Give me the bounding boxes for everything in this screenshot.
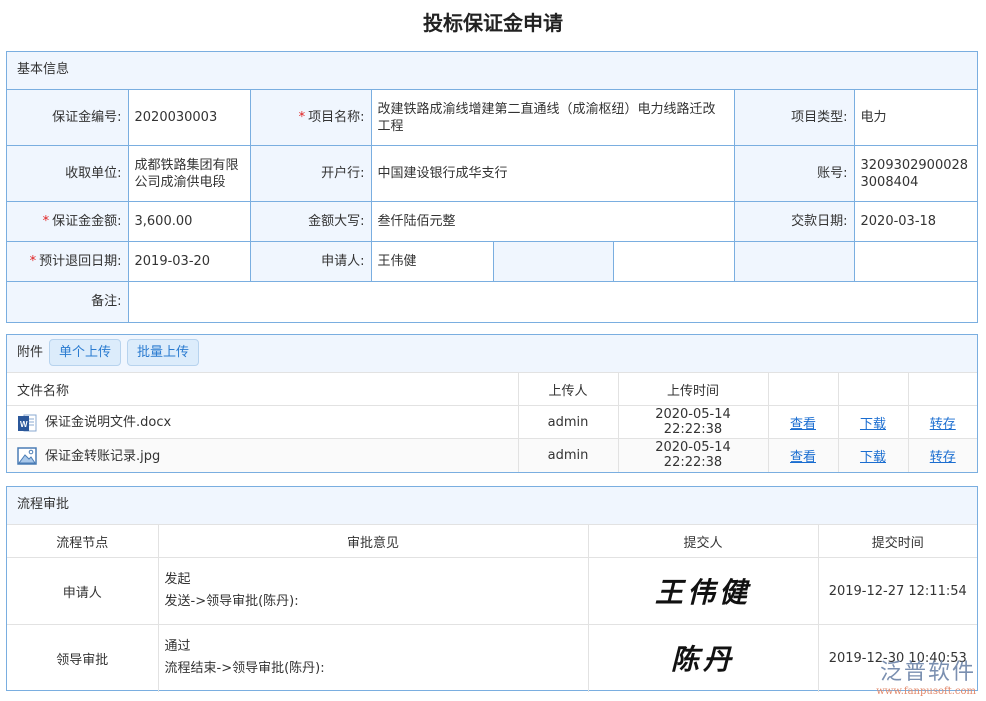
column-header-uploader: 上传人 [518, 373, 618, 406]
amount-cn-value: 叁仟陆佰元整 [371, 202, 734, 242]
pay-date-value: 2020-03-18 [854, 202, 977, 242]
attachments-table: 文件名称 上传人 上传时间 W 保证金说明文件.docx admin 2020-0… [7, 372, 977, 472]
bank-value: 中国建设银行成华支行 [371, 146, 734, 202]
view-link[interactable]: 查看 [790, 417, 816, 432]
column-header-node: 流程节点 [7, 525, 158, 558]
opinion: 发起 [165, 569, 588, 591]
deposit-no-value: 2020030003 [128, 90, 250, 146]
upload-time: 2020-05-14 22:22:38 [618, 439, 768, 472]
return-date-value: 2019-03-20 [128, 242, 250, 282]
basic-info-table: 保证金编号: 2020030003 *项目名称: 改建铁路成渝线增建第二直通线（… [7, 89, 977, 322]
uploader: admin [518, 406, 618, 439]
submit-time: 2019-12-27 12:11:54 [818, 558, 977, 625]
remark-label: 备注: [7, 282, 128, 322]
amount-label: 保证金金额: [52, 214, 121, 229]
table-row: W保证金说明文件.docx admin 2020-05-14 22:22:38 … [7, 406, 977, 439]
empty-label-cell [734, 242, 854, 282]
table-row: 保证金转账记录.jpg admin 2020-05-14 22:22:38 查看… [7, 439, 977, 472]
save-link[interactable]: 转存 [930, 450, 956, 465]
download-link[interactable]: 下载 [860, 417, 886, 432]
download-link[interactable]: 下载 [860, 450, 886, 465]
uploader: admin [518, 439, 618, 472]
basic-info-panel: 基本信息 保证金编号: 2020030003 *项目名称: 改建铁路成渝线增建第… [6, 51, 978, 323]
amount-value: 3,600.00 [128, 202, 250, 242]
empty-label-cell [493, 242, 613, 282]
table-row: 申请人 发起发送->领导审批(陈丹): 王伟健 2019-12-27 12:11… [7, 558, 977, 625]
column-header-upload-time: 上传时间 [618, 373, 768, 406]
basic-info-header: 基本信息 [7, 52, 977, 89]
watermark-logo: 泛普软件 www.fanpusoft.com [876, 654, 976, 697]
file-name: 保证金说明文件.docx [45, 415, 171, 430]
workflow-panel: 流程审批 流程节点 审批意见 提交人 提交时间 申请人 发起发送->领导审批(陈… [6, 486, 978, 691]
attachments-header: 附件 [17, 345, 43, 360]
opinion-detail: 发送->领导审批(陈丹): [165, 591, 588, 613]
svg-text:W: W [20, 420, 28, 429]
project-name-label: 项目名称: [308, 110, 364, 125]
flow-node: 领导审批 [7, 625, 158, 692]
batch-upload-button[interactable]: 批量上传 [127, 339, 199, 366]
deposit-no-label: 保证金编号: [7, 90, 128, 146]
applicant-label: 申请人: [250, 242, 371, 282]
column-header-submit-time: 提交时间 [818, 525, 977, 558]
amount-cn-label: 金额大写: [250, 202, 371, 242]
watermark-url: www.fanpusoft.com [876, 686, 976, 697]
view-link[interactable]: 查看 [790, 450, 816, 465]
single-upload-button[interactable]: 单个上传 [49, 339, 121, 366]
payee-label: 收取单位: [7, 146, 128, 202]
save-link[interactable]: 转存 [930, 417, 956, 432]
signature-image: 王伟健 [655, 576, 751, 609]
project-name-value: 改建铁路成渝线增建第二直通线（成渝枢纽）电力线路迁改工程 [371, 90, 734, 146]
return-date-label: 预计退回日期: [39, 254, 121, 269]
account-value: 32093029000283008404 [854, 146, 977, 202]
remark-value[interactable] [128, 282, 977, 322]
word-file-icon: W [17, 413, 37, 433]
column-header-opinion: 审批意见 [158, 525, 588, 558]
signature-image: 陈丹 [671, 643, 735, 676]
required-mark: * [43, 214, 50, 229]
file-name: 保证金转账记录.jpg [45, 449, 160, 464]
flow-node: 申请人 [7, 558, 158, 625]
bank-label: 开户行: [250, 146, 371, 202]
empty-value-cell [854, 242, 977, 282]
opinion: 通过 [165, 636, 588, 658]
account-label: 账号: [734, 146, 854, 202]
table-row: 领导审批 通过流程结束->领导审批(陈丹): 陈丹 2019-12-30 10:… [7, 625, 977, 692]
watermark-brand: 泛普软件 [876, 654, 976, 686]
applicant-value: 王伟健 [371, 242, 493, 282]
payee-value: 成都铁路集团有限公司成渝供电段 [128, 146, 250, 202]
image-file-icon [17, 446, 37, 466]
workflow-header: 流程审批 [7, 487, 977, 524]
required-mark: * [299, 110, 306, 125]
column-header-filename: 文件名称 [7, 373, 518, 406]
column-header-submitter: 提交人 [588, 525, 818, 558]
page-title: 投标保证金申请 [0, 7, 986, 36]
required-mark: * [30, 254, 37, 269]
upload-time: 2020-05-14 22:22:38 [618, 406, 768, 439]
workflow-table: 流程节点 审批意见 提交人 提交时间 申请人 发起发送->领导审批(陈丹): 王… [7, 524, 977, 692]
attachments-panel: 附件单个上传批量上传 文件名称 上传人 上传时间 W 保证金说明文件.docx a… [6, 334, 978, 473]
pay-date-label: 交款日期: [734, 202, 854, 242]
project-type-label: 项目类型: [734, 90, 854, 146]
opinion-detail: 流程结束->领导审批(陈丹): [165, 658, 588, 680]
empty-value-cell [613, 242, 734, 282]
project-type-value: 电力 [854, 90, 977, 146]
